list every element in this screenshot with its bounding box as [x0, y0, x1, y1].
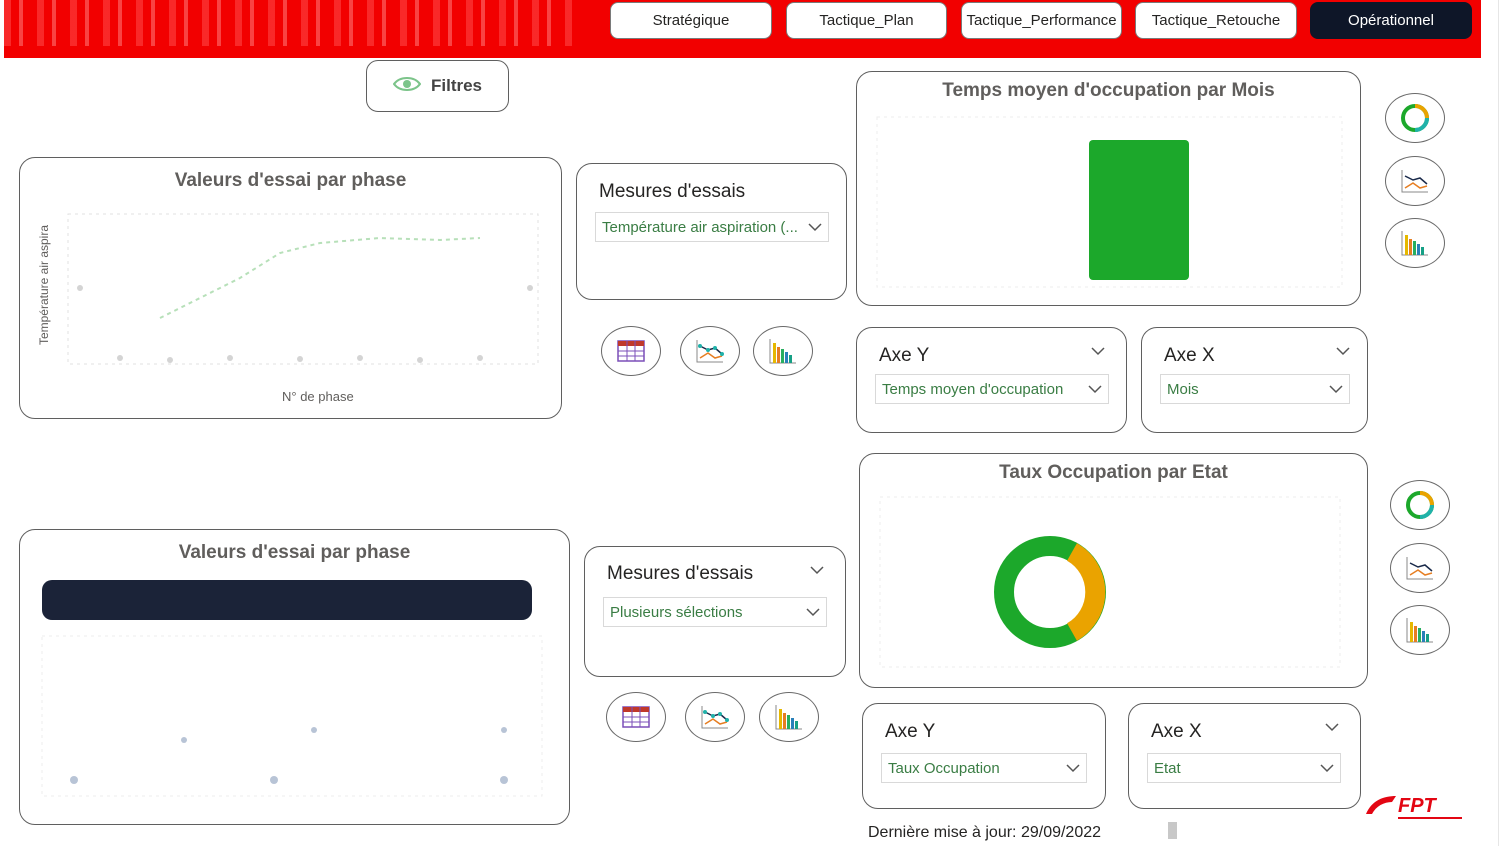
line-chart-plot: [41, 635, 543, 797]
slicer-title: Axe Y: [885, 721, 936, 742]
donut-view-button-bottom[interactable]: [1390, 480, 1450, 530]
donut-slice: [1066, 543, 1106, 641]
last-update-text: Dernière mise à jour: 29/09/2022: [868, 824, 1102, 841]
table-view-button-bottom[interactable]: [606, 692, 666, 742]
filters-label: Filtres: [430, 76, 483, 95]
axis-y-dropdown[interactable]: Taux Occupation: [881, 753, 1087, 783]
line-view-button-right-top[interactable]: [1385, 156, 1445, 206]
chevron-down-icon: [806, 608, 820, 617]
bar-view-button-right-bottom[interactable]: [1390, 605, 1450, 655]
line-chart-icon: [1406, 557, 1433, 580]
line-view-button-top[interactable]: [680, 326, 740, 376]
chart-title: Taux Occupation par Etat: [999, 462, 1228, 483]
measure-dropdown-value: Température air aspiration (...: [602, 218, 798, 236]
chart-title: Temps moyen d'occupation par Mois: [942, 80, 1275, 101]
x-axis-label: N° de phase: [282, 389, 354, 404]
chevron-down-icon: [1066, 764, 1080, 773]
table-view-button-top[interactable]: [601, 326, 661, 376]
line-view-button-right-bottom[interactable]: [1390, 543, 1450, 593]
slicer-test-measures-bottom[interactable]: Mesures d'essais Plusieurs sélections: [584, 546, 846, 677]
donut-view-button-top[interactable]: [1385, 93, 1445, 143]
table-icon: [622, 706, 650, 728]
chevron-down-icon[interactable]: [1336, 346, 1350, 356]
measure-dropdown-value: Plusieurs sélections: [610, 603, 743, 621]
bar-view-button-bottom[interactable]: [759, 692, 819, 742]
axis-y-slicer-bottom[interactable]: Axe Y Taux Occupation: [862, 703, 1106, 809]
axis-y-slicer-top[interactable]: Axe Y Temps moyen d'occupation: [856, 327, 1127, 433]
chart-card-test-values-bottom: Valeurs d'essai par phase: [19, 529, 570, 825]
tab-tactique-plan[interactable]: Tactique_Plan: [786, 2, 947, 39]
slicer-title: Mesures d'essais: [599, 181, 746, 202]
axis-x-dropdown[interactable]: Etat: [1147, 753, 1341, 783]
line-chart-icon: [701, 706, 729, 729]
axis-y-dropdown[interactable]: Temps moyen d'occupation: [875, 374, 1109, 404]
axis-y-value: Taux Occupation: [888, 759, 1000, 777]
bar-chart-icon: [769, 339, 796, 364]
slicer-title: Axe X: [1164, 345, 1215, 366]
fpt-logo: FPT: [1362, 790, 1470, 829]
line-chart-icon: [696, 340, 724, 363]
svg-text:FPT: FPT: [1398, 795, 1438, 817]
header-banner-image: [4, 0, 579, 46]
slicer-test-measures-top[interactable]: Mesures d'essais Température air aspirat…: [576, 163, 847, 300]
tab-operationnel[interactable]: Opérationnel: [1310, 2, 1472, 39]
scroll-indicator: [1168, 822, 1177, 839]
tab-tactique-performance[interactable]: Tactique_Performance: [961, 2, 1122, 39]
scrollbar[interactable]: [1498, 0, 1512, 846]
chart-card-avg-occupancy-by-month: Temps moyen d'occupation par Mois: [856, 71, 1361, 306]
donut-chart-icon: [1401, 104, 1429, 132]
chevron-down-icon: [1088, 385, 1102, 394]
chevron-down-icon[interactable]: [810, 565, 824, 575]
axis-x-slicer-top[interactable]: Axe X Mois: [1141, 327, 1368, 433]
bar: [1089, 140, 1189, 280]
bar-chart-icon: [1401, 231, 1428, 256]
tab-strategique[interactable]: Stratégique: [610, 2, 772, 39]
donut-chart-icon: [1406, 491, 1434, 519]
axis-x-value: Etat: [1154, 759, 1181, 777]
chevron-down-icon: [1320, 764, 1334, 773]
eye-icon: [392, 76, 422, 97]
chart-title: Valeurs d'essai par phase: [178, 542, 411, 563]
chevron-down-icon[interactable]: [1325, 722, 1339, 732]
chevron-down-icon[interactable]: [1091, 346, 1105, 356]
chevron-down-icon: [1329, 385, 1343, 394]
bar-view-button-right-top[interactable]: [1385, 218, 1445, 268]
line-chart-icon: [1401, 170, 1428, 193]
bar-chart-icon: [1406, 618, 1433, 643]
slicer-title: Mesures d'essais: [607, 563, 754, 584]
line-chart-plot: [67, 213, 539, 365]
donut-chart-plot: [879, 496, 1341, 668]
measure-dropdown[interactable]: Plusieurs sélections: [603, 597, 827, 627]
line-view-button-bottom[interactable]: [685, 692, 745, 742]
tab-tactique-retouche[interactable]: Tactique_Retouche: [1135, 2, 1297, 39]
y-axis-label: Température air aspira: [37, 224, 52, 346]
bar-view-button-top[interactable]: [753, 326, 813, 376]
filters-button[interactable]: Filtres: [366, 60, 509, 112]
chevron-down-icon: [808, 223, 822, 232]
chart-card-test-values-top: Valeurs d'essai par phase Température ai…: [19, 157, 562, 419]
legend-band: [42, 580, 532, 620]
bar-chart-icon: [775, 705, 802, 730]
axis-x-dropdown[interactable]: Mois: [1160, 374, 1350, 404]
axis-x-slicer-bottom[interactable]: Axe X Etat: [1128, 703, 1361, 809]
axis-y-value: Temps moyen d'occupation: [882, 380, 1064, 398]
table-icon: [617, 340, 645, 362]
slicer-title: Axe X: [1151, 721, 1202, 742]
chart-card-occupancy-rate-by-state: Taux Occupation par Etat: [859, 453, 1368, 688]
axis-x-value: Mois: [1167, 380, 1199, 398]
chart-title: Valeurs d'essai par phase: [174, 170, 407, 191]
slicer-title: Axe Y: [879, 345, 930, 366]
measure-dropdown[interactable]: Température air aspiration (...: [595, 212, 829, 242]
bar-chart-plot: [876, 116, 1343, 288]
